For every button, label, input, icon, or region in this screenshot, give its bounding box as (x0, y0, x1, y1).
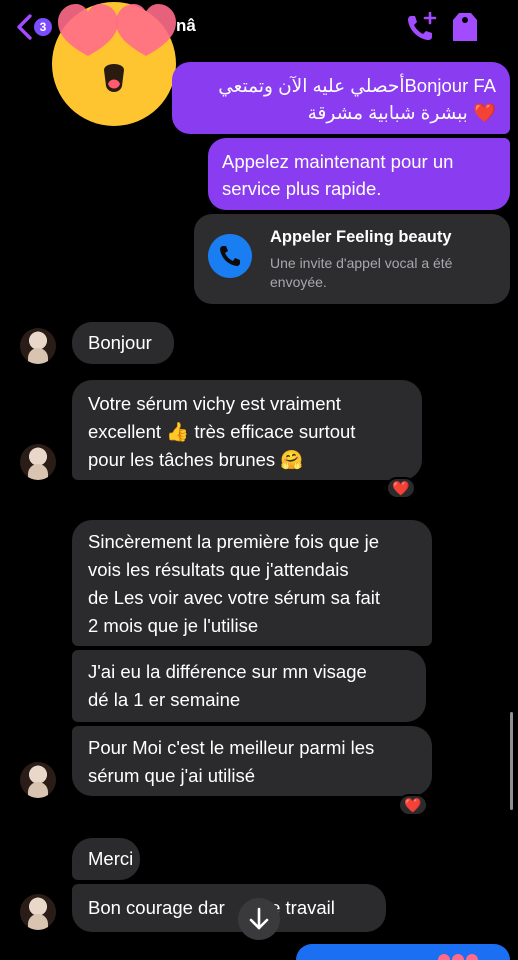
incoming-message[interactable]: Pour Moi c'est le meilleur parmi les sér… (72, 726, 432, 796)
message-line: de Les voir avec votre sérum sa fait (88, 587, 381, 608)
phone-plus-icon[interactable] (404, 10, 438, 44)
message-line: sérum que j'ai utilisé (88, 765, 256, 786)
message-line: pour les tâches brunes 🤗 (88, 449, 304, 470)
message-line: Votre sérum vichy est vraiment (88, 393, 341, 414)
message-text: ببشرة شبابية مشرقة (307, 102, 468, 123)
incoming-message[interactable]: Sincèrement la première fois que je vois… (72, 520, 432, 646)
outgoing-message[interactable]: Appelez maintenant pour un service plus … (208, 138, 510, 210)
heart-eyes-emoji (52, 2, 176, 126)
heart-reaction[interactable]: ❤️ (386, 477, 416, 499)
message-text: Bon courage dar (88, 897, 225, 918)
scrollbar[interactable] (510, 712, 513, 810)
message-line: dé la 1 er semaine (88, 689, 241, 710)
avatar[interactable] (20, 444, 56, 480)
incoming-message[interactable]: Votre sérum vichy est vraiment excellent… (72, 380, 422, 480)
message-line: Sincèrement la première fois que je (88, 531, 380, 552)
message-line: excellent 👍 très efficace surtout (88, 421, 356, 442)
incoming-message[interactable]: Bonjour (72, 322, 174, 364)
message-text: Bonjour FAأحصلي عليه الآن وتمتعي (218, 75, 496, 96)
call-card-title: Appeler Feeling beauty (270, 228, 452, 246)
avatar[interactable] (20, 328, 56, 364)
heart-emoji: ❤️ (472, 102, 496, 123)
incoming-message[interactable]: J'ai eu la différence sur mn visage dé l… (72, 650, 426, 722)
message-line: vois les résultats que j'attendais (88, 559, 349, 580)
chevron-left-icon (17, 14, 32, 40)
tag-icon[interactable] (450, 10, 480, 44)
message-text-line2: ❤️ ببشرة شبابية مشرقة (186, 99, 496, 126)
call-invite-card[interactable]: Appeler Feeling beauty Une invite d'appe… (194, 214, 510, 304)
heart-reaction[interactable]: ❤️ (398, 794, 428, 816)
avatar[interactable] (20, 762, 56, 798)
message-line: 2 mois que je l'utilise (88, 615, 259, 636)
outgoing-message[interactable]: Bonjour FAأحصلي عليه الآن وتمتعي ❤️ ببشر… (172, 62, 510, 134)
incoming-message[interactable]: Merci (72, 838, 140, 880)
heart-emoji-partial (438, 954, 478, 960)
call-card-subtitle: Une invite d'appel vocal a été envoyée. (270, 255, 453, 290)
arrow-down-icon[interactable] (238, 898, 280, 940)
avatar[interactable] (20, 894, 56, 930)
message-line: Pour Moi c'est le meilleur parmi les (88, 737, 375, 758)
message-line: J'ai eu la différence sur mn visage (88, 661, 367, 682)
phone-icon (208, 234, 252, 278)
incoming-message[interactable]: Bon courage dar tre travail (72, 884, 386, 932)
